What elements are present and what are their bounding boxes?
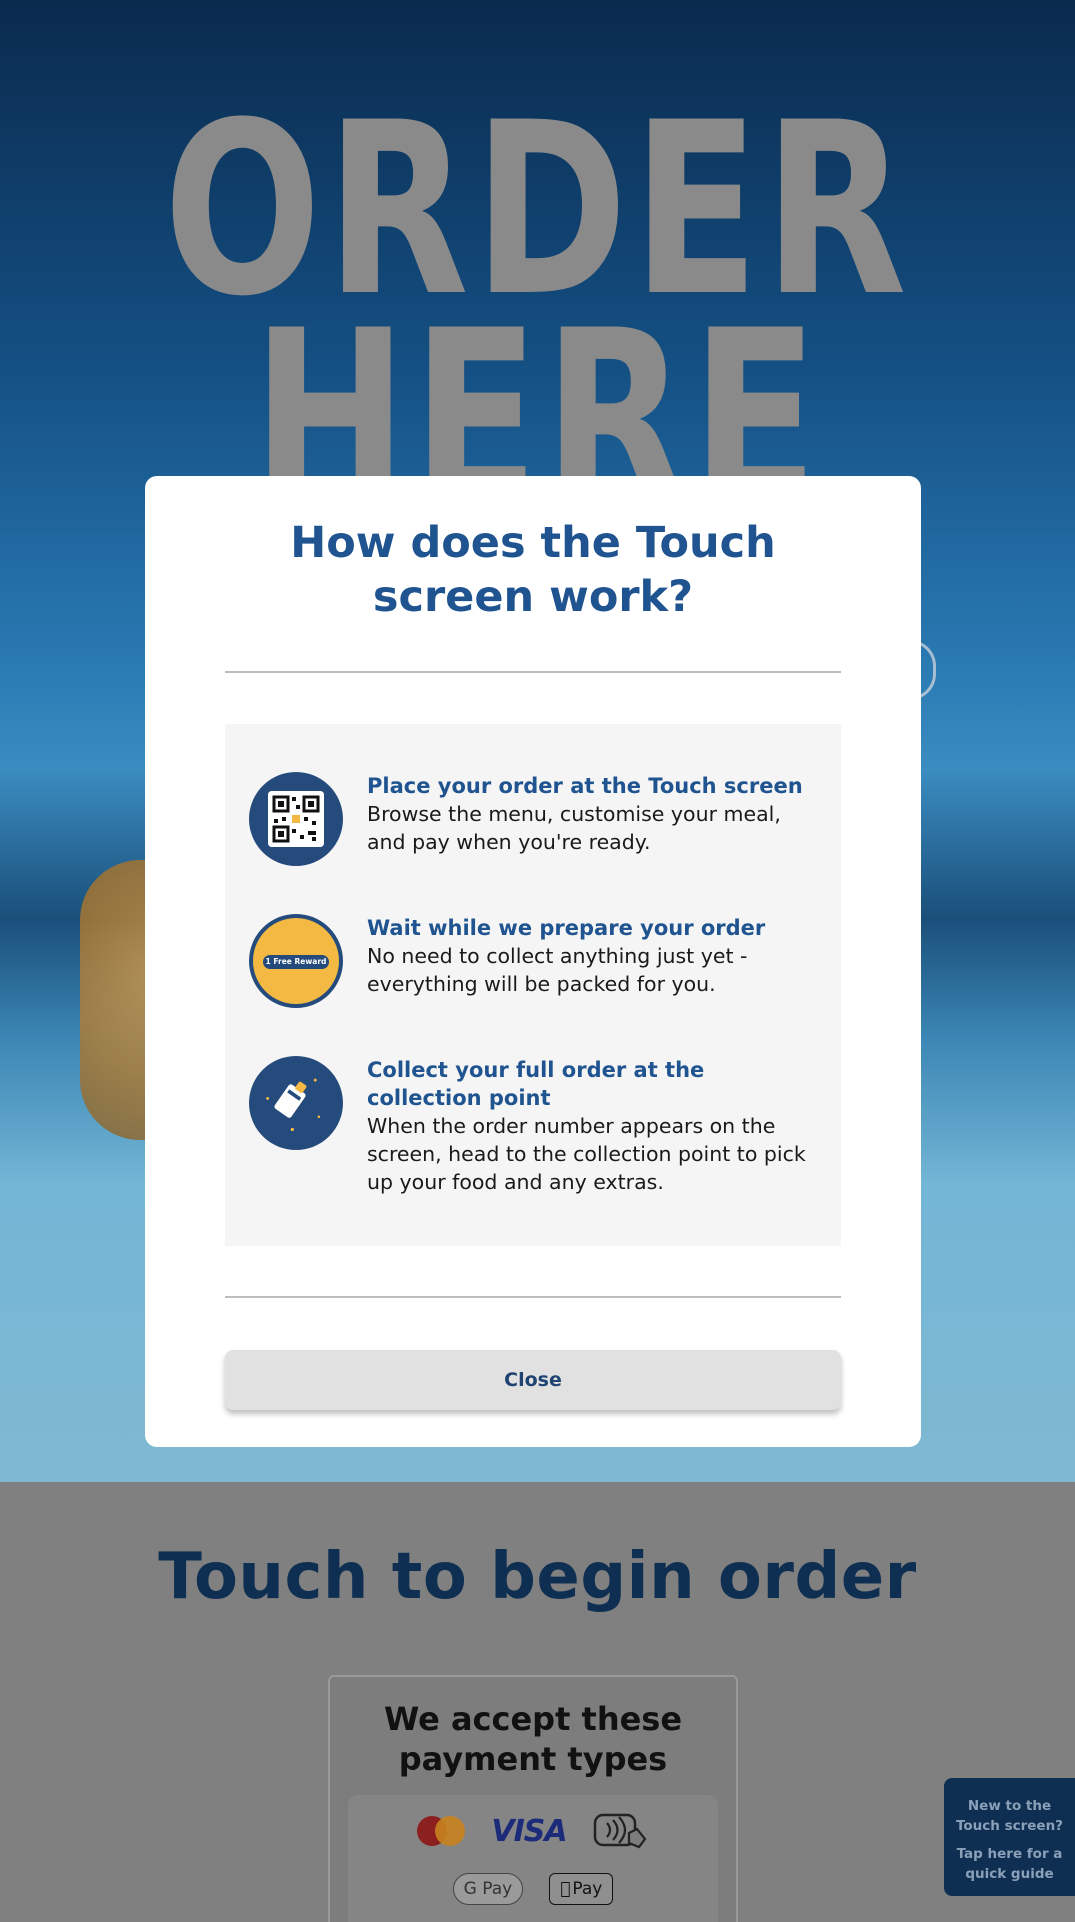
step-heading: Collect your full order at the collectio… (367, 1058, 705, 1110)
steps-panel: Place your order at the Touch screen Bro… (225, 724, 841, 1246)
close-button[interactable]: Close (225, 1350, 841, 1410)
divider (225, 671, 841, 673)
step-description: When the order number appears on the scr… (367, 1114, 806, 1194)
divider (225, 1296, 841, 1298)
qr-code-icon (249, 772, 343, 866)
reward-badge: 1 Free Reward (263, 955, 329, 969)
step-text: Wait while we prepare your order No need… (367, 914, 819, 998)
dialog-title-line1: How does the Touch (290, 518, 776, 568)
step-description: Browse the menu, customise your meal, an… (367, 802, 781, 854)
receipt-icon (249, 1056, 343, 1150)
receipt-graphic (266, 1078, 321, 1132)
step-text: Place your order at the Touch screen Bro… (367, 772, 819, 856)
dialog-title-line2: screen work? (372, 572, 694, 622)
step-description: No need to collect anything just yet - e… (367, 944, 748, 996)
step-text: Collect your full order at the collectio… (367, 1056, 819, 1196)
reward-icon: 1 Free Reward (249, 914, 343, 1008)
qr-code-graphic (268, 791, 324, 847)
step-heading: Wait while we prepare your order (367, 916, 766, 940)
dialog-title: How does the Touch screen work? (145, 516, 921, 624)
how-it-works-dialog: How does the Touch screen work? Place yo… (145, 476, 921, 1447)
step-heading: Place your order at the Touch screen (367, 774, 803, 798)
